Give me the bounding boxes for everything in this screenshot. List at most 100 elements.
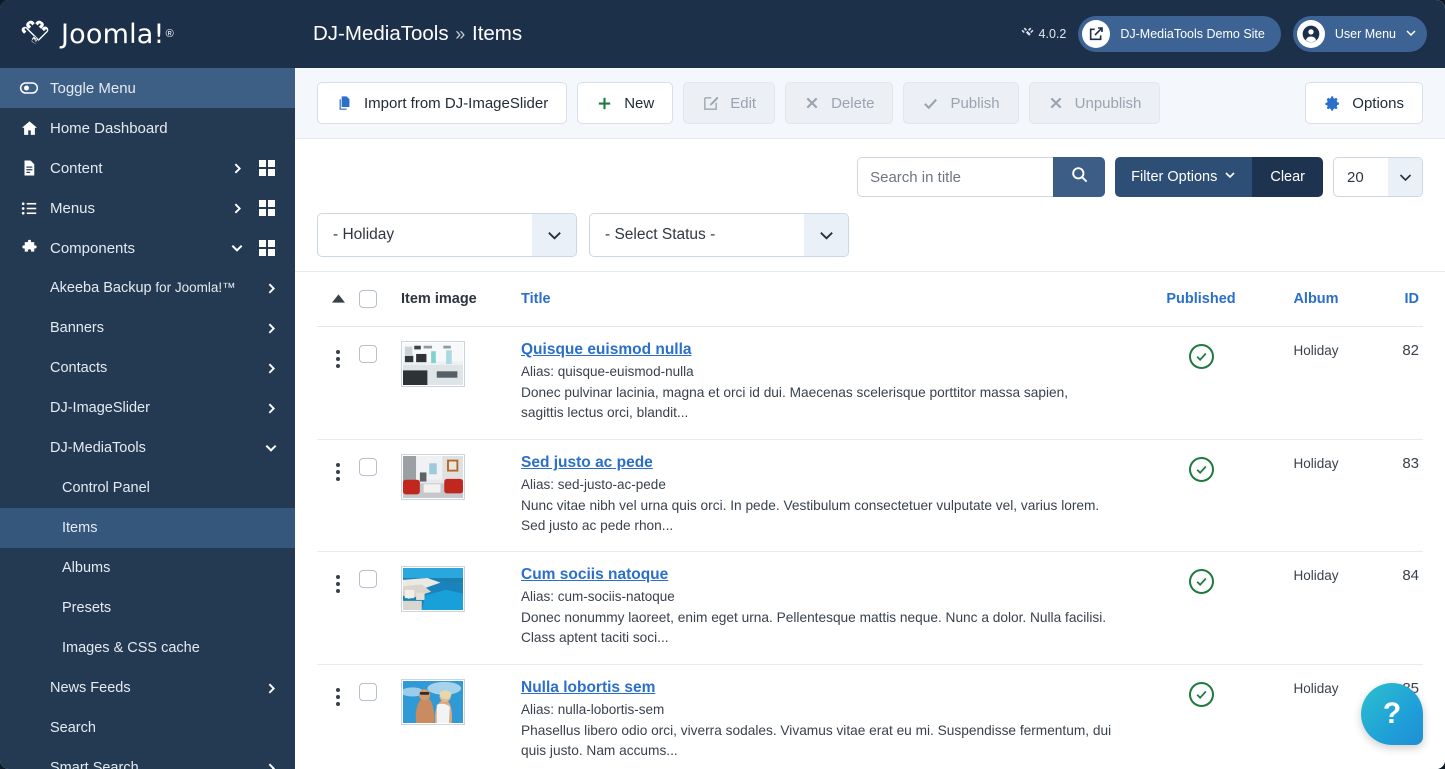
row-checkbox[interactable] [359, 683, 377, 702]
table-row: Cum sociis natoque Alias: cum-sociis-nat… [317, 551, 1423, 666]
row-menu-icon[interactable] [336, 684, 340, 707]
chevron-right-icon[interactable] [229, 202, 245, 215]
plus-icon [596, 95, 613, 112]
chevron-down-icon[interactable] [263, 441, 279, 455]
sidebar-item-smart-search[interactable]: Smart Search [0, 748, 295, 769]
chevron-down-icon [804, 214, 848, 256]
help-button[interactable]: ? [1361, 683, 1423, 745]
row-thumbnail-cell [401, 551, 521, 666]
chevron-right-icon[interactable] [229, 162, 245, 175]
sidebar-item-label: Banners [50, 320, 105, 336]
select-all-column-header[interactable] [359, 272, 401, 327]
delete-button[interactable]: Delete [785, 82, 894, 124]
sort-column-header[interactable] [317, 272, 359, 327]
search-input[interactable] [857, 157, 1054, 197]
puzzle-icon [18, 239, 40, 258]
sidebar-item-control-panel[interactable]: Control Panel [0, 468, 295, 508]
item-thumbnail[interactable] [401, 341, 465, 387]
row-checkbox[interactable] [359, 570, 377, 589]
row-select-cell [359, 551, 401, 666]
chevron-right-icon[interactable] [263, 402, 279, 415]
sidebar-nav: Toggle Menu Home Dashboard Content Menus… [0, 68, 295, 769]
row-menu-icon[interactable] [336, 346, 340, 368]
list-limit-select[interactable]: 20 [1333, 157, 1423, 197]
clear-filters-button[interactable]: Clear [1252, 157, 1323, 197]
user-menu-button[interactable]: User Menu [1292, 16, 1427, 52]
sidebar-item-home-dashboard[interactable]: Home Dashboard [0, 108, 295, 148]
search-button[interactable] [1053, 157, 1106, 197]
close-x-icon [1048, 95, 1064, 111]
item-title-link[interactable]: Nulla lobortis sem [521, 679, 655, 697]
import-from-dj-imageslider-button[interactable]: Import from DJ-ImageSlider [317, 82, 568, 124]
options-button[interactable]: Options [1305, 82, 1423, 124]
filter-options-button[interactable]: Filter Options [1115, 157, 1253, 197]
grid-icon[interactable] [259, 200, 279, 216]
items-table-head: Item image Title Published Album ID [317, 272, 1423, 327]
sidebar-item-label: Contacts [50, 360, 108, 376]
sidebar-item-toggle-menu[interactable]: Toggle Menu [0, 68, 295, 108]
chevron-right-icon[interactable] [263, 362, 279, 375]
sidebar-item-contacts[interactable]: Contacts [0, 348, 295, 388]
grid-icon[interactable] [259, 240, 279, 256]
sidebar-item-menus[interactable]: Menus [0, 188, 295, 228]
select-all-checkbox[interactable] [359, 290, 377, 308]
row-thumbnail-cell [401, 326, 521, 440]
item-thumbnail[interactable] [401, 679, 465, 726]
published-status-icon[interactable] [1188, 682, 1214, 708]
sidebar-item-label: Items [62, 520, 98, 536]
edit-button[interactable]: Edit [683, 82, 776, 124]
chevron-right-icon[interactable] [263, 762, 279, 769]
item-title-link[interactable]: Sed justo ac pede [521, 454, 653, 472]
row-content-cell: Sed justo ac pede Alias: sed-justo-ac-pe… [521, 439, 1141, 553]
id-column-header[interactable]: ID [1371, 272, 1423, 327]
joomla-admin-screen: Joomla! ® Toggle Menu Home Dashboard Con… [0, 0, 1445, 769]
item-title-link[interactable]: Quisque euismod nulla [521, 341, 692, 359]
sidebar-item-presets[interactable]: Presets [0, 588, 295, 628]
demo-site-button[interactable]: DJ-MediaTools Demo Site [1078, 16, 1281, 52]
row-menu-icon[interactable] [336, 571, 340, 594]
row-id-cell: 82 [1371, 326, 1423, 440]
sidebar-item-label: DJ-ImageSlider [50, 400, 150, 416]
chevron-right-icon[interactable] [263, 282, 279, 295]
sidebar-item-akeeba-backup[interactable]: Akeeba Backup for Joomla!™ [0, 268, 295, 308]
album-column-header[interactable]: Album [1261, 272, 1371, 327]
grid-icon[interactable] [259, 160, 279, 176]
chevron-down-icon[interactable] [229, 241, 245, 255]
status-filter-select[interactable]: - Select Status - [589, 213, 849, 257]
row-checkbox[interactable] [359, 457, 377, 476]
item-thumbnail[interactable] [401, 566, 465, 613]
chevron-right-icon[interactable] [263, 322, 279, 335]
sidebar-item-dj-mediatools[interactable]: DJ-MediaTools [0, 428, 295, 468]
sidebar-item-albums[interactable]: Albums [0, 548, 295, 588]
sidebar-item-label: Menus [50, 199, 96, 217]
sidebar-item-news-feeds[interactable]: News Feeds [0, 668, 295, 708]
new-button[interactable]: New [577, 82, 674, 124]
title-column-header[interactable]: Title [521, 272, 1141, 327]
published-status-icon[interactable] [1188, 344, 1214, 369]
item-thumbnail[interactable] [401, 453, 465, 500]
sidebar-item-label: News Feeds [50, 680, 131, 696]
sidebar-item-images-css-cache[interactable]: Images & CSS cache [0, 628, 295, 668]
published-column-header[interactable]: Published [1141, 272, 1261, 327]
unpublish-button[interactable]: Unpublish [1028, 82, 1161, 124]
publish-button[interactable]: Publish [903, 82, 1019, 124]
sidebar-item-content[interactable]: Content [0, 148, 295, 188]
chevron-down-icon [1224, 169, 1236, 185]
published-status-icon[interactable] [1188, 456, 1214, 482]
pencil-edit-icon [702, 95, 719, 112]
joomla-mark-icon [1021, 26, 1034, 42]
row-menu-icon[interactable] [336, 459, 340, 481]
sidebar-item-banners[interactable]: Banners [0, 308, 295, 348]
sidebar-item-search[interactable]: Search [0, 708, 295, 748]
sidebar-item-components[interactable]: Components [0, 228, 295, 268]
album-filter-select[interactable]: - Holiday [317, 213, 577, 257]
sidebar-item-items[interactable]: Items [0, 508, 295, 548]
chevron-right-icon[interactable] [263, 682, 279, 695]
brand-logo-area[interactable]: Joomla! ® [0, 0, 295, 68]
row-checkbox[interactable] [359, 345, 377, 363]
content-panel: Filter Options Clear 20 [295, 139, 1445, 769]
question-mark-icon: ? [1382, 697, 1402, 730]
item-title-link[interactable]: Cum sociis natoque [521, 566, 668, 584]
published-status-icon[interactable] [1188, 569, 1214, 595]
sidebar-item-dj-imageslider[interactable]: DJ-ImageSlider [0, 388, 295, 428]
